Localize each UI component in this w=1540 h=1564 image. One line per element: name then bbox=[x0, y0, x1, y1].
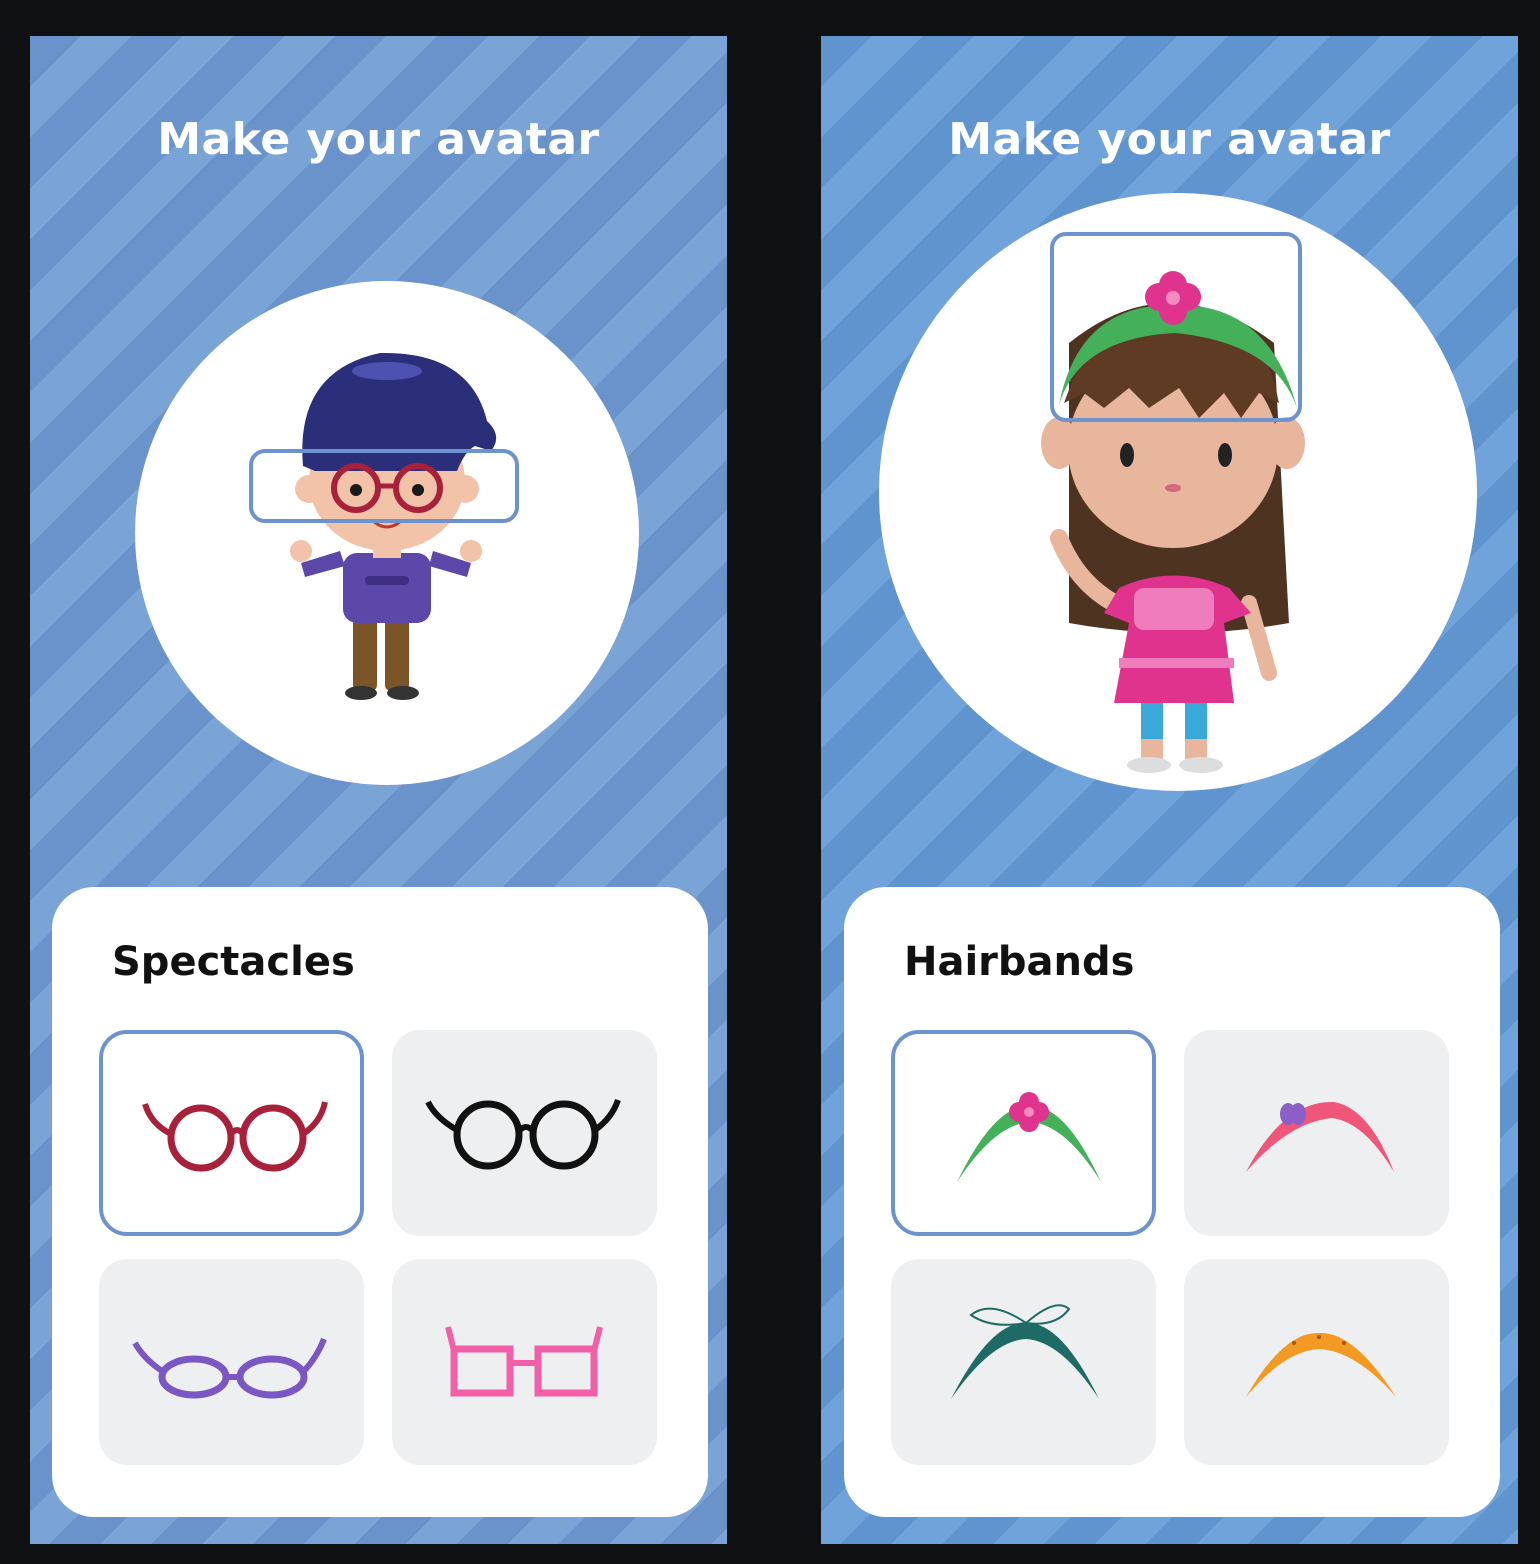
red-round-glasses-icon bbox=[142, 1101, 328, 1172]
purple-oval-glasses-icon bbox=[132, 1337, 327, 1399]
category-title: Spectacles bbox=[112, 939, 355, 985]
pink-square-glasses-icon bbox=[445, 1326, 603, 1397]
avatar-screen-spectacles: Make your avatar Spectacles bbox=[30, 36, 727, 1544]
teal-ribbon-hairband-icon bbox=[951, 1304, 1099, 1399]
avatar-preview bbox=[135, 281, 639, 785]
options-panel: Hairbands bbox=[844, 887, 1500, 1517]
glasses-selection-frame bbox=[249, 449, 519, 523]
hairband-selection-frame bbox=[1050, 232, 1302, 422]
page-title: Make your avatar bbox=[948, 114, 1391, 165]
options-panel: Spectacles bbox=[52, 887, 708, 1517]
option-orange-hairband[interactable] bbox=[1184, 1259, 1449, 1465]
boy-avatar-illustration bbox=[290, 352, 497, 700]
page-title: Make your avatar bbox=[157, 114, 600, 165]
option-pink-bow-hairband[interactable] bbox=[1184, 1030, 1449, 1236]
black-round-glasses-icon bbox=[425, 1098, 621, 1170]
green-flower-hairband-icon bbox=[957, 1092, 1101, 1182]
orange-hairband-icon bbox=[1246, 1332, 1396, 1397]
option-red-round-glasses[interactable] bbox=[99, 1030, 364, 1236]
pink-bow-hairband-icon bbox=[1246, 1101, 1394, 1172]
category-title: Hairbands bbox=[904, 939, 1135, 985]
option-green-flower-hairband[interactable] bbox=[891, 1030, 1156, 1236]
avatar-screen-hairbands: Make your avatar Hairbands bbox=[821, 36, 1518, 1544]
option-teal-ribbon-hairband[interactable] bbox=[891, 1259, 1156, 1465]
option-black-round-glasses[interactable] bbox=[392, 1030, 657, 1236]
option-pink-square-glasses[interactable] bbox=[392, 1259, 657, 1465]
option-purple-oval-glasses[interactable] bbox=[99, 1259, 364, 1465]
